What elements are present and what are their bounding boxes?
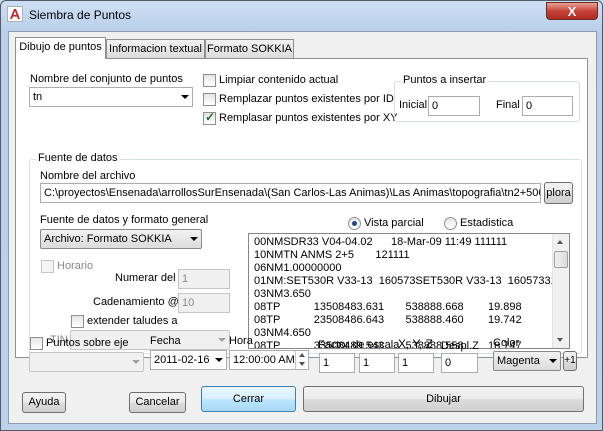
final-label: Final bbox=[496, 99, 520, 111]
tab-formato-sokkia[interactable]: Formato SOKKIA bbox=[205, 39, 294, 58]
estadistica-label: Estadistica bbox=[460, 217, 514, 229]
puntos-sobre-eje-label: Puntos sobre eje bbox=[46, 337, 129, 349]
hora-label: Hora bbox=[229, 335, 253, 347]
preview-line: 06NM1.00000000 bbox=[254, 262, 342, 274]
scroll-down-button[interactable] bbox=[553, 333, 568, 348]
limpiar-checkbox[interactable] bbox=[203, 74, 216, 87]
chevron-down-icon bbox=[218, 338, 226, 342]
color-label: Color bbox=[493, 337, 520, 349]
color-combo[interactable]: Magenta bbox=[493, 351, 561, 371]
extender-taludes-label: extender taludes a bbox=[87, 315, 178, 327]
preview-line: 03NM4.650 bbox=[254, 327, 311, 339]
remplazar-id-checkbox[interactable] bbox=[203, 93, 216, 106]
factor-y-input[interactable]: 1 bbox=[359, 353, 395, 373]
cerrar-button[interactable]: Cerrar bbox=[201, 386, 296, 412]
estadistica-radio[interactable] bbox=[444, 217, 457, 230]
despl-z-input[interactable]: 0 bbox=[441, 353, 478, 373]
browse-button[interactable]: plora bbox=[544, 182, 573, 204]
extender-taludes-checkbox[interactable] bbox=[71, 315, 84, 328]
scroll-up-button[interactable] bbox=[553, 234, 568, 249]
factor-x-input[interactable]: 1 bbox=[319, 353, 355, 373]
point-set-combo[interactable]: tn bbox=[29, 87, 193, 107]
window-title: Siembra de Puntos bbox=[29, 8, 132, 22]
preview-line: 01NM:SET530R V33-13 160573SET530R V33-13… bbox=[254, 275, 557, 287]
dibujar-button[interactable]: Dibujar bbox=[303, 386, 584, 412]
hora-spinner[interactable]: 12:00:00 AM bbox=[229, 350, 309, 370]
tab-panel-dibujo-de-puntos: Nombre del conjunto de puntos tn Limpiar… bbox=[15, 58, 588, 358]
preview-line: 03NM3.650 bbox=[254, 288, 311, 300]
inicial-label: Inicial bbox=[399, 99, 428, 111]
chevron-down-icon bbox=[549, 359, 557, 363]
arrow-up-icon bbox=[557, 240, 563, 244]
numerar-input[interactable]: 1 bbox=[178, 269, 230, 289]
checkmark-icon: ✓ bbox=[205, 110, 216, 124]
point-set-label: Nombre del conjunto de puntos bbox=[30, 73, 183, 85]
autocad-app-icon bbox=[7, 6, 23, 22]
puntos-sobre-eje-checkbox[interactable] bbox=[30, 337, 43, 350]
dialog-client-area: Dibujo de puntos Informacion textual For… bbox=[8, 31, 597, 424]
file-name-label: Nombre del archivo bbox=[40, 170, 136, 182]
chevron-down-icon bbox=[181, 95, 189, 99]
chevron-down-icon bbox=[190, 237, 198, 241]
vista-parcial-radio[interactable] bbox=[348, 217, 361, 230]
fuente-de-datos-title: Fuente de datos bbox=[36, 152, 120, 164]
puntos-sobre-eje-combo[interactable] bbox=[29, 352, 144, 372]
inicial-input[interactable]: 0 bbox=[428, 96, 480, 116]
preview-line: 00NMSDR33 V04-04.02 18-Mar-09 11:49 1111… bbox=[254, 236, 508, 248]
chevron-down-icon bbox=[132, 360, 140, 364]
cadenamiento-input[interactable]: 10 bbox=[178, 293, 230, 313]
xyz-label: X, Y, Z bbox=[398, 337, 433, 351]
final-input[interactable]: 0 bbox=[522, 96, 573, 116]
file-path-input[interactable]: C:\proyectos\Ensenada\arrollosSurEnsenad… bbox=[40, 183, 541, 203]
remplazar-id-label: Remplazar puntos existentes por ID bbox=[219, 93, 394, 105]
fecha-label: Fecha bbox=[150, 335, 181, 347]
factor-escala-label: Factor de escala bbox=[318, 339, 400, 351]
dialog-window: Siembra de Puntos X Dibujo de puntos Inf… bbox=[0, 0, 603, 431]
format-combo[interactable]: Archivo: Formato SOKKIA bbox=[40, 229, 202, 249]
color-value: Magenta bbox=[497, 355, 540, 367]
format-value: Archivo: Formato SOKKIA bbox=[44, 233, 172, 245]
chevron-down-icon bbox=[215, 358, 223, 362]
cadenamiento-label: Cadenamiento @ bbox=[93, 296, 179, 308]
close-window-button[interactable]: X bbox=[546, 2, 598, 20]
factor-z-input[interactable]: 1 bbox=[398, 353, 434, 373]
ayuda-button[interactable]: Ayuda bbox=[22, 392, 66, 413]
remplasar-xy-checkbox[interactable]: ✓ bbox=[203, 110, 216, 125]
preview-line: 08TP 23508486.643 538888.460 19.742 bbox=[254, 314, 522, 326]
hora-value: 12:00:00 AM bbox=[233, 354, 295, 366]
format-label: Fuente de datos y formato general bbox=[40, 214, 209, 226]
hora-spin-buttons[interactable] bbox=[295, 351, 308, 369]
limpiar-label: Limpiar contenido actual bbox=[219, 74, 339, 86]
color-plus-one-button[interactable]: +1 bbox=[563, 351, 577, 371]
tab-dibujo-de-puntos[interactable]: Dibujo de puntos bbox=[15, 37, 106, 59]
tab-informacion-textual[interactable]: Informacion textual bbox=[106, 39, 205, 58]
scroll-thumb[interactable] bbox=[554, 251, 568, 268]
close-icon: X bbox=[567, 4, 577, 19]
fecha-value: 2011-02-16 bbox=[154, 354, 210, 366]
preview-line: 10NMTN ANMS 2+5 121111 bbox=[254, 249, 410, 261]
fecha-picker[interactable]: 2011-02-16 bbox=[150, 350, 227, 370]
numerar-label: Numerar del bbox=[115, 272, 176, 284]
remplasar-xy-label: Remplasar puntos existentes por XY bbox=[219, 112, 398, 124]
cancelar-button[interactable]: Cancelar bbox=[129, 392, 186, 413]
horario-checkbox[interactable] bbox=[41, 260, 54, 273]
radio-selected-dot bbox=[352, 221, 357, 226]
title-bar: Siembra de Puntos X bbox=[1, 1, 602, 29]
point-set-value: tn bbox=[33, 91, 43, 103]
preview-line: 08TP 13508483.631 538888.668 19.898 bbox=[254, 301, 522, 313]
arrow-down-icon bbox=[299, 362, 305, 366]
vista-parcial-label: Vista parcial bbox=[364, 217, 424, 229]
preview-scrollbar[interactable] bbox=[552, 234, 569, 348]
arrow-down-icon bbox=[557, 338, 563, 342]
despl-z-label: Despl.Z bbox=[441, 340, 479, 352]
file-preview-list[interactable]: 00NMSDR33 V04-04.02 18-Mar-09 11:49 1111… bbox=[248, 233, 570, 349]
puntos-a-insertar-title: Puntos a insertar bbox=[401, 74, 489, 86]
arrow-up-icon bbox=[299, 353, 305, 357]
horario-label: Horario bbox=[57, 260, 94, 272]
